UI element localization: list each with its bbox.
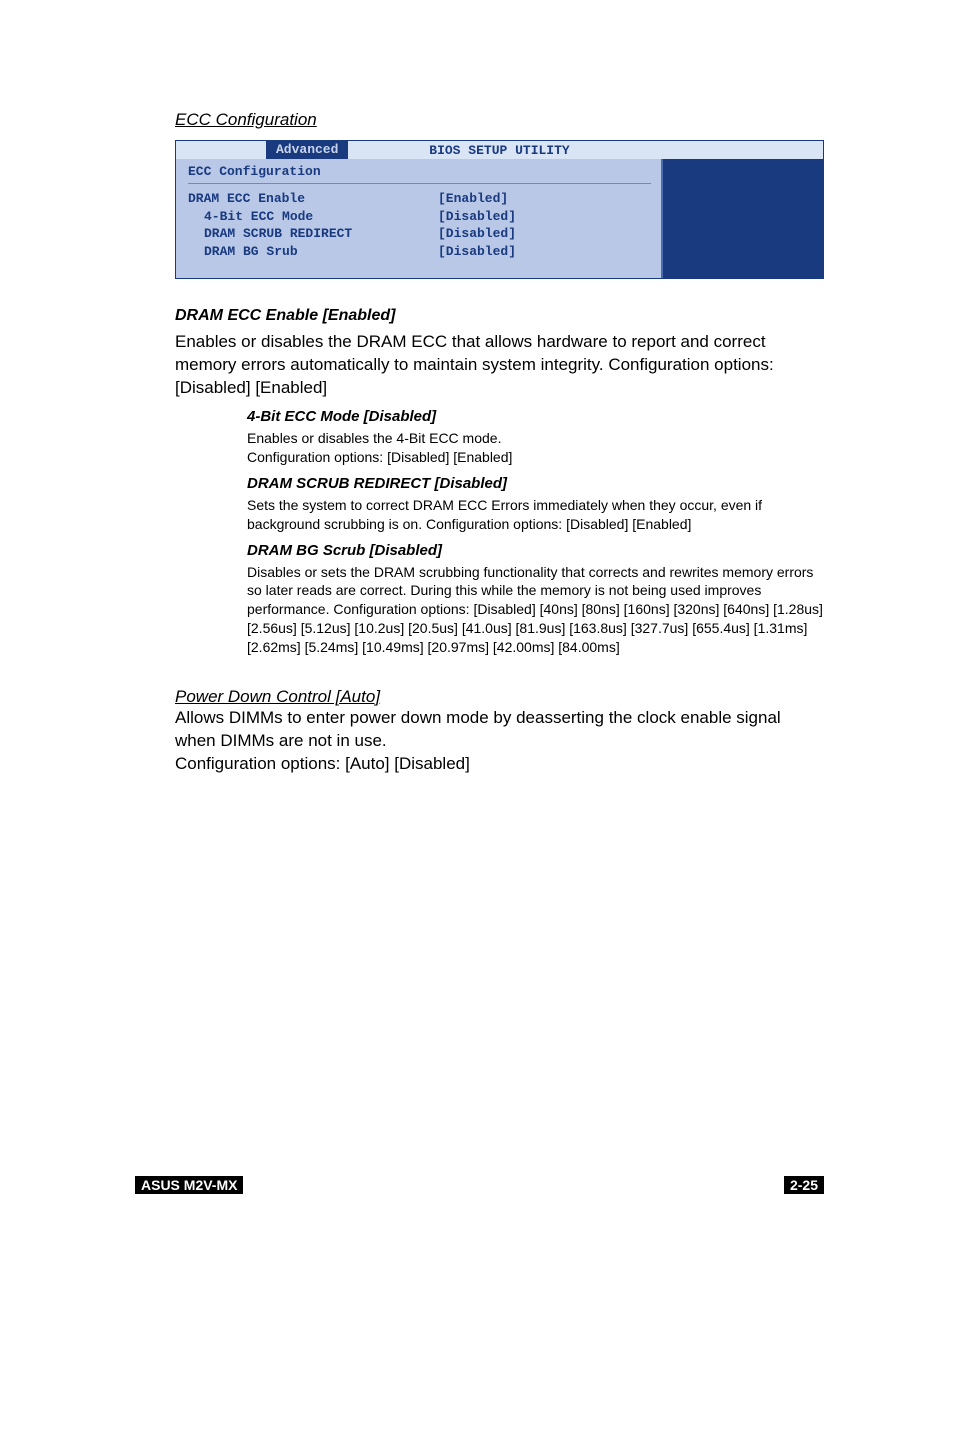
bios-titlebar: Advanced BIOS SETUP UTILITY bbox=[176, 141, 823, 159]
body-power: Allows DIMMs to enter power down mode by… bbox=[175, 707, 824, 776]
body-bg-scrub: Disables or sets the DRAM scrubbing func… bbox=[247, 563, 824, 657]
bios-panel: Advanced BIOS SETUP UTILITY ECC Configur… bbox=[175, 140, 824, 279]
bios-title: BIOS SETUP UTILITY bbox=[429, 143, 569, 158]
body-dram-ecc-enable: Enables or disables the DRAM ECC that al… bbox=[175, 331, 824, 400]
bios-body: ECC Configuration DRAM ECC Enable [Enabl… bbox=[176, 159, 823, 278]
body-scrub-redirect: Sets the system to correct DRAM ECC Erro… bbox=[247, 496, 824, 534]
bios-tab-advanced: Advanced bbox=[266, 141, 348, 159]
bios-row-value: [Disabled] bbox=[438, 225, 516, 243]
heading-bg-scrub: DRAM BG Scrub [Disabled] bbox=[247, 542, 824, 559]
bios-row-value: [Disabled] bbox=[438, 208, 516, 226]
bios-row: DRAM BG Srub [Disabled] bbox=[188, 243, 651, 261]
bios-row: DRAM SCRUB REDIRECT [Disabled] bbox=[188, 225, 651, 243]
body-4bit-ecc: Enables or disables the 4-Bit ECC mode. … bbox=[247, 429, 824, 467]
footer-model: ASUS M2V-MX bbox=[135, 1176, 243, 1194]
bios-row-value: [Disabled] bbox=[438, 243, 516, 261]
heading-4bit-ecc: 4-Bit ECC Mode [Disabled] bbox=[247, 408, 824, 425]
footer-page-number: 2-25 bbox=[784, 1176, 824, 1194]
bios-row-label: DRAM ECC Enable bbox=[188, 190, 438, 208]
bios-row-label: DRAM BG Srub bbox=[188, 243, 438, 261]
bios-row-value: [Enabled] bbox=[438, 190, 508, 208]
bios-left-pane: ECC Configuration DRAM ECC Enable [Enabl… bbox=[176, 159, 663, 278]
bios-row: 4-Bit ECC Mode [Disabled] bbox=[188, 208, 651, 226]
section-title-power: Power Down Control [Auto] bbox=[175, 687, 824, 707]
bios-row-label: 4-Bit ECC Mode bbox=[188, 208, 438, 226]
bios-row: DRAM ECC Enable [Enabled] bbox=[188, 190, 651, 208]
section-title: ECC Configuration bbox=[175, 110, 824, 130]
bios-right-pane bbox=[663, 159, 823, 278]
heading-scrub-redirect: DRAM SCRUB REDIRECT [Disabled] bbox=[247, 475, 824, 492]
page-footer: ASUS M2V-MX 2-25 bbox=[0, 1176, 954, 1194]
bios-row-label: DRAM SCRUB REDIRECT bbox=[188, 225, 438, 243]
bios-section-label: ECC Configuration bbox=[188, 164, 651, 184]
heading-dram-ecc-enable: DRAM ECC Enable [Enabled] bbox=[175, 307, 824, 325]
